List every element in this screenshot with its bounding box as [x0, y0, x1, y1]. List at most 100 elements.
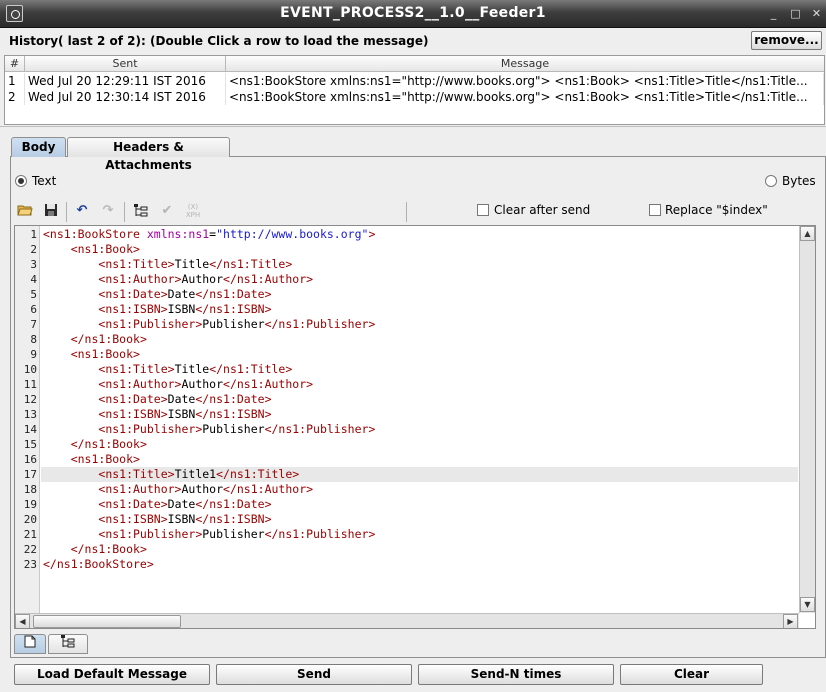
- history-table[interactable]: # Sent Message 1 Wed Jul 20 12:29:11 IST…: [4, 55, 825, 125]
- xml-tag: </ns1:ISBN>: [195, 512, 272, 526]
- code-line[interactable]: </ns1:Book>: [41, 542, 798, 557]
- xml-tag: </ns1:Book>: [70, 542, 147, 556]
- code-line[interactable]: <ns1:ISBN>ISBN</ns1:ISBN>: [41, 302, 798, 317]
- maximize-icon[interactable]: □: [789, 7, 802, 20]
- open-folder-icon[interactable]: [16, 203, 34, 219]
- xml-tree-icon[interactable]: [132, 203, 150, 219]
- xml-editor[interactable]: 1 2 3 4 5 6 7 8 9 10 11 12 13 14 15 16 17 18 19 20 21 22 23 <n…: [14, 225, 816, 629]
- remove-button[interactable]: remove...: [751, 31, 822, 50]
- xml-tag: <ns1:Title>: [98, 257, 175, 271]
- table-row[interactable]: 2 Wed Jul 20 12:30:14 IST 2016 <ns1:Book…: [5, 89, 824, 105]
- line-number: 15: [23, 438, 37, 451]
- line-number: 22: [23, 543, 37, 556]
- code-line[interactable]: <ns1:Book>: [41, 452, 798, 467]
- clear-after-send-label: Clear after send: [494, 203, 591, 217]
- bytes-radio[interactable]: [765, 175, 777, 187]
- xpath-icon[interactable]: (X) XPH: [184, 203, 202, 219]
- code-line[interactable]: <ns1:ISBN>ISBN</ns1:ISBN>: [41, 512, 798, 527]
- xml-tag: </ns1:Publisher>: [264, 317, 376, 331]
- xml-text: Date: [167, 287, 196, 301]
- horizontal-scrollbar[interactable]: ◀ ▶: [15, 613, 799, 628]
- xml-tag: >: [368, 227, 376, 241]
- code-line[interactable]: <ns1:Title>Title1</ns1:Title>: [41, 467, 798, 482]
- document-icon: [24, 635, 36, 648]
- toolbar-separator: [406, 202, 407, 222]
- horizontal-scroll-thumb[interactable]: [33, 615, 181, 628]
- code-line[interactable]: <ns1:Title>Title</ns1:Title>: [41, 362, 798, 377]
- code-line[interactable]: <ns1:Publisher>Publisher</ns1:Publisher>: [41, 317, 798, 332]
- code-line[interactable]: <ns1:Date>Date</ns1:Date>: [41, 287, 798, 302]
- xml-tag: </ns1:Book>: [70, 437, 147, 451]
- load-default-message-button[interactable]: Load Default Message: [14, 664, 210, 685]
- code-line[interactable]: </ns1:Book>: [41, 437, 798, 452]
- toolbar-separator: [66, 202, 67, 222]
- scroll-down-icon[interactable]: ▼: [800, 597, 815, 612]
- code-line[interactable]: <ns1:Author>Author</ns1:Author>: [41, 377, 798, 392]
- tree-view-tab[interactable]: [48, 634, 88, 654]
- replace-index-checkbox[interactable]: [649, 204, 661, 216]
- minimize-icon[interactable]: _: [767, 7, 780, 20]
- code-line[interactable]: <ns1:Author>Author</ns1:Author>: [41, 272, 798, 287]
- undo-icon[interactable]: ↶: [73, 203, 91, 219]
- xml-tag: <ns1:Publisher>: [98, 317, 203, 331]
- tab-body[interactable]: Body: [11, 137, 66, 157]
- text-radio[interactable]: [15, 175, 27, 187]
- xml-tag: <ns1:Author>: [98, 482, 182, 496]
- xml-tag: </ns1:Author>: [223, 482, 314, 496]
- code-line[interactable]: <ns1:Book>: [41, 347, 798, 362]
- line-number: 2: [30, 243, 37, 256]
- code-line[interactable]: <ns1:Date>Date</ns1:Date>: [41, 392, 798, 407]
- scroll-up-icon[interactable]: ▲: [800, 226, 815, 241]
- vertical-scrollbar[interactable]: ▲ ▼: [799, 226, 815, 613]
- send-button[interactable]: Send: [216, 664, 412, 685]
- code-line[interactable]: <ns1:Date>Date</ns1:Date>: [41, 497, 798, 512]
- column-header-number[interactable]: #: [5, 56, 25, 72]
- scroll-right-icon[interactable]: ▶: [783, 614, 798, 628]
- xml-tag: <ns1:Author>: [98, 377, 182, 391]
- save-icon[interactable]: [42, 203, 60, 219]
- validate-check-icon[interactable]: ✔: [158, 203, 176, 219]
- code-line[interactable]: <ns1:BookStore xmlns:ns1="http://www.boo…: [41, 227, 798, 242]
- code-line[interactable]: <ns1:Author>Author</ns1:Author>: [41, 482, 798, 497]
- code-line[interactable]: </ns1:BookStore>: [41, 557, 798, 572]
- scroll-left-icon[interactable]: ◀: [15, 614, 30, 628]
- code-line[interactable]: <ns1:Publisher>Publisher</ns1:Publisher>: [41, 527, 798, 542]
- send-n-times-button[interactable]: Send-N times: [418, 664, 614, 685]
- line-number: 20: [23, 513, 37, 526]
- line-number-gutter: 1 2 3 4 5 6 7 8 9 10 11 12 13 14 15 16 17 18 19 20 21 22 23: [15, 226, 40, 613]
- code-line[interactable]: <ns1:ISBN>ISBN</ns1:ISBN>: [41, 407, 798, 422]
- clear-after-send-checkbox[interactable]: [477, 204, 489, 216]
- code-line[interactable]: </ns1:Book>: [41, 332, 798, 347]
- redo-icon[interactable]: ↷: [99, 203, 117, 219]
- xml-tag: </ns1:Publisher>: [264, 422, 376, 436]
- code-line[interactable]: <ns1:Title>Title</ns1:Title>: [41, 257, 798, 272]
- line-number: 7: [30, 318, 37, 331]
- clear-button[interactable]: Clear: [620, 664, 763, 685]
- tab-headers-attachments[interactable]: Headers & Attachments: [67, 137, 230, 172]
- xml-text: Date: [167, 497, 196, 511]
- column-header-sent[interactable]: Sent: [25, 56, 226, 72]
- text-view-tab[interactable]: [14, 634, 46, 654]
- table-row[interactable]: 1 Wed Jul 20 12:29:11 IST 2016 <ns1:Book…: [5, 73, 824, 89]
- xml-tag: <ns1:Book>: [70, 452, 140, 466]
- code-line[interactable]: <ns1:Publisher>Publisher</ns1:Publisher>: [41, 422, 798, 437]
- xml-text: Publisher: [202, 422, 265, 436]
- xml-tag: <ns1:Publisher>: [98, 527, 203, 541]
- xml-tag: </ns1:Title>: [209, 257, 293, 271]
- code-line[interactable]: <ns1:Book>: [41, 242, 798, 257]
- text-radio-label: Text: [32, 174, 57, 188]
- column-header-message[interactable]: Message: [226, 56, 824, 72]
- code-area[interactable]: <ns1:BookStore xmlns:ns1="http://www.boo…: [41, 226, 798, 613]
- close-icon[interactable]: ✕: [810, 7, 823, 20]
- xml-text: ISBN: [167, 407, 196, 421]
- split-divider[interactable]: [0, 126, 826, 129]
